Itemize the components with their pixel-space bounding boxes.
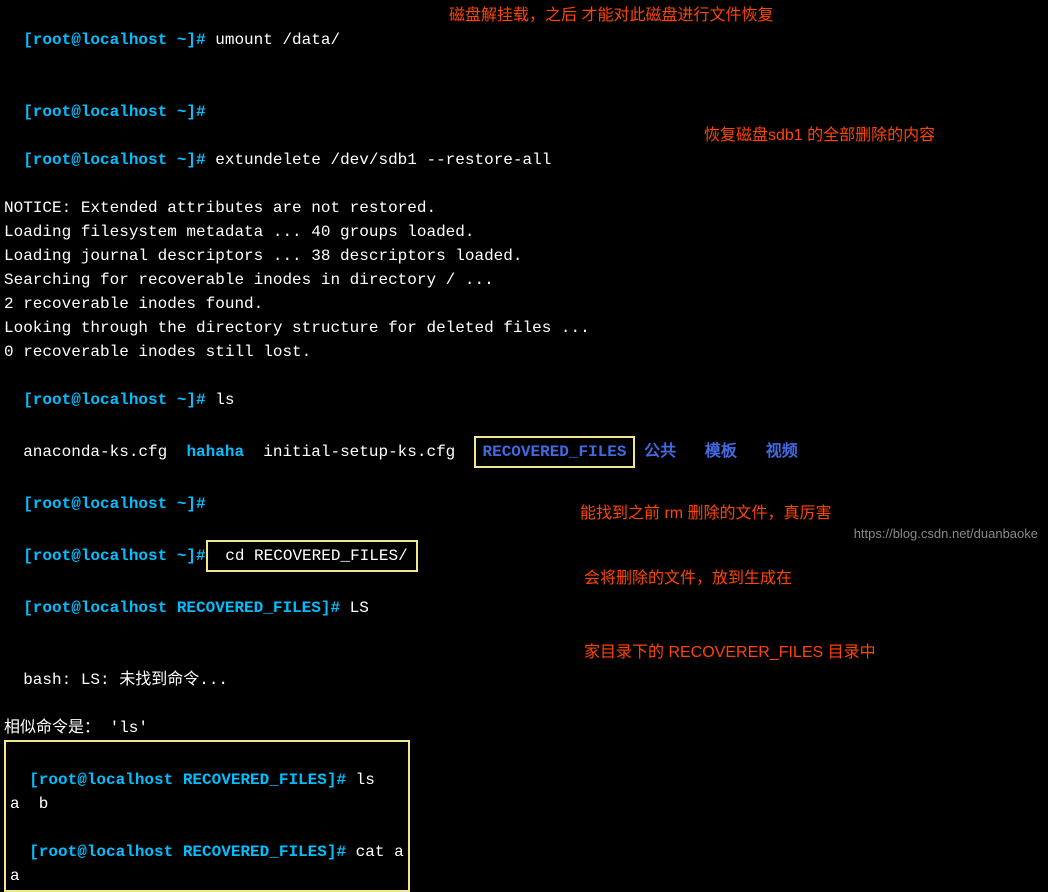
file-initial: initial-setup-ks.cfg xyxy=(244,443,474,461)
output-line: Searching for recoverable inodes in dire… xyxy=(4,268,1044,292)
dir-recovered-files: RECOVERED_FILES xyxy=(482,443,626,461)
prompt: [root@localhost ~]# xyxy=(23,495,205,513)
prompt: [root@localhost RECOVERED_FILES]# xyxy=(29,771,346,789)
prompt: [root@localhost ~]# xyxy=(23,151,205,169)
prompt: [root@localhost ~]# xyxy=(23,391,205,409)
dir-templates: 模板 xyxy=(676,443,737,461)
file-anaconda: anaconda-ks.cfg xyxy=(23,443,186,461)
command-text: extundelete /dev/sdb1 --restore-all xyxy=(206,151,552,169)
terminal-line: [root@localhost RECOVERED_FILES]# LS 会将删… xyxy=(4,572,1044,644)
terminal-line: [root@localhost RECOVERED_FILES]# cat a xyxy=(10,816,404,864)
output-line: a b xyxy=(10,792,404,816)
prompt: [root@localhost RECOVERED_FILES]# xyxy=(23,599,340,617)
terminal-line: [root@localhost ~]# xyxy=(4,76,1044,124)
annotation-dir-info-1: 会将删除的文件，放到生成在 xyxy=(584,567,792,591)
command-text: cd RECOVERED_FILES/ xyxy=(216,547,408,565)
output-line: 2 recoverable inodes found. xyxy=(4,292,1044,316)
prompt: [root@localhost ~]# xyxy=(23,31,205,49)
annotation-found: 能找到之前 rm 删除的文件，真厉害 xyxy=(580,502,832,526)
output-line: Loading journal descriptors ... 38 descr… xyxy=(4,244,1044,268)
annotation-umount: 磁盘解挂载，之后 才能对此磁盘进行文件恢复 xyxy=(449,4,773,28)
prompt: [root@localhost ~]# xyxy=(23,103,205,121)
ls-output: anaconda-ks.cfg hahaha initial-setup-ks.… xyxy=(4,412,1044,468)
command-text: umount /data/ xyxy=(206,31,340,49)
dir-videos: 视频 xyxy=(737,443,798,461)
output-line: Looking through the directory structure … xyxy=(4,316,1044,340)
annotation-extundelete: 恢复磁盘sdb1 的全部删除的内容 xyxy=(704,124,935,148)
dir-public: 公共 xyxy=(635,443,677,461)
terminal-line: [root@localhost ~]# xyxy=(4,468,1044,516)
output-line: Loading filesystem metadata ... 40 group… xyxy=(4,220,1044,244)
prompt: [root@localhost RECOVERED_FILES]# xyxy=(29,843,346,861)
terminal-line: [root@localhost RECOVERED_FILES]# ls xyxy=(10,744,404,792)
file-hahaha: hahaha xyxy=(186,443,244,461)
output-line: NOTICE: Extended attributes are not rest… xyxy=(4,196,1044,220)
output-line: bash: LS: 未找到命令... 家目录下的 RECOVERER_FILES… xyxy=(4,644,1044,716)
terminal-line: [root@localhost ~]# ls xyxy=(4,364,1044,412)
terminal-line: [root@localhost ~]# umount /data/ 磁盘解挂载，… xyxy=(4,4,1044,76)
command-text: cat a xyxy=(346,843,404,861)
annotation-dir-info-2: 家目录下的 RECOVERER_FILES 目录中 xyxy=(584,641,876,665)
prompt: [root@localhost ~]# xyxy=(23,547,205,565)
output-line: 0 recoverable inodes still lost. xyxy=(4,340,1044,364)
highlighted-box: [root@localhost RECOVERED_FILES]# ls a b… xyxy=(4,740,410,892)
watermark: https://blog.csdn.net/duanbaoke xyxy=(854,524,1038,544)
command-text: ls xyxy=(206,391,235,409)
error-text: bash: LS: 未找到命令... xyxy=(23,671,228,689)
command-text: ls xyxy=(346,771,375,789)
terminal-line: [root@localhost ~]# extundelete /dev/sdb… xyxy=(4,124,1044,196)
command-text: LS xyxy=(340,599,369,617)
output-line: 相似命令是： 'ls' xyxy=(4,716,1044,740)
output-line: a xyxy=(10,864,404,888)
